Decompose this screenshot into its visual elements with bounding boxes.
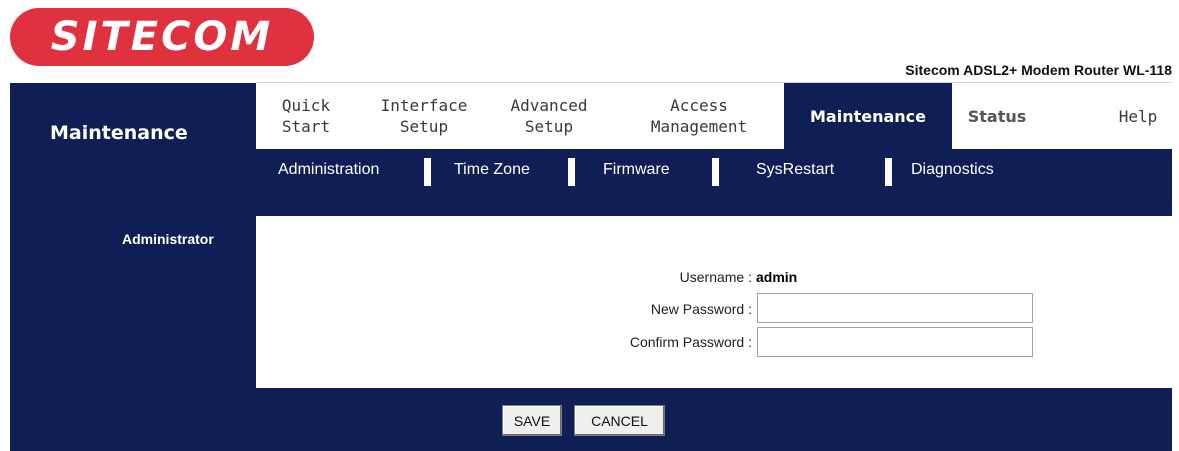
tab-label: Advanced <box>510 96 588 115</box>
username-label: Username : <box>679 269 752 285</box>
subtab-firmware[interactable]: Firmware <box>603 161 670 179</box>
tab-quick-start[interactable]: Quick Start <box>256 83 356 149</box>
username-value: admin <box>756 269 798 285</box>
admin-form-panel: Username : New Password : Confirm Passwo… <box>256 216 1172 388</box>
tab-access-management[interactable]: Access Management <box>626 83 772 149</box>
tab-label: Access <box>670 96 728 115</box>
tab-label: Start <box>281 117 331 136</box>
subtab-administration[interactable]: Administration <box>278 161 379 179</box>
save-button[interactable]: SAVE <box>502 405 562 436</box>
new-password-field[interactable] <box>757 293 1033 323</box>
subtab-separator <box>885 158 892 186</box>
subtab-separator <box>568 158 575 186</box>
sub-nav-tabs: Administration Time Zone Firmware SysRes… <box>256 149 1172 216</box>
tab-maintenance[interactable]: Maintenance <box>784 83 952 149</box>
tab-status[interactable]: Status <box>952 83 1042 149</box>
tab-label: Interface <box>380 96 468 115</box>
page-title: Maintenance <box>50 122 188 144</box>
section-label-administrator: Administrator <box>122 231 214 247</box>
tab-label: Quick <box>281 96 331 115</box>
confirm-password-field[interactable] <box>757 327 1033 357</box>
subtab-sysrestart[interactable]: SysRestart <box>756 161 834 179</box>
subtab-diagnostics[interactable]: Diagnostics <box>911 161 994 179</box>
tab-label: Help <box>1118 106 1158 126</box>
tab-label: Status <box>967 106 1027 126</box>
cancel-button[interactable]: CANCEL <box>574 405 665 436</box>
subtab-separator <box>712 158 719 186</box>
action-bar: SAVE CANCEL <box>256 388 1172 451</box>
tab-label: Maintenance <box>809 106 926 126</box>
new-password-label: New Password : <box>650 301 752 317</box>
subtab-time-zone[interactable]: Time Zone <box>454 161 530 179</box>
confirm-password-label: Confirm Password : <box>629 334 752 350</box>
tab-label: Management <box>650 117 748 136</box>
router-model-title: Sitecom ADSL2+ Modem Router WL-118 <box>905 62 1172 78</box>
form-labels: Username : New Password : Confirm Passwo… <box>256 216 752 388</box>
subtab-separator <box>424 158 431 186</box>
tab-advanced-setup[interactable]: Advanced Setup <box>492 83 606 149</box>
logo-text: SITECOM <box>50 14 274 60</box>
tab-help[interactable]: Help <box>1104 83 1172 149</box>
tab-label: Setup <box>524 117 574 136</box>
tab-label: Setup <box>399 117 449 136</box>
main-nav-tabs: Quick Start Interface Setup Advanced Setup … <box>256 83 1172 149</box>
tab-interface-setup[interactable]: Interface Setup <box>364 83 484 149</box>
sitecom-logo: SITECOM <box>10 8 314 66</box>
